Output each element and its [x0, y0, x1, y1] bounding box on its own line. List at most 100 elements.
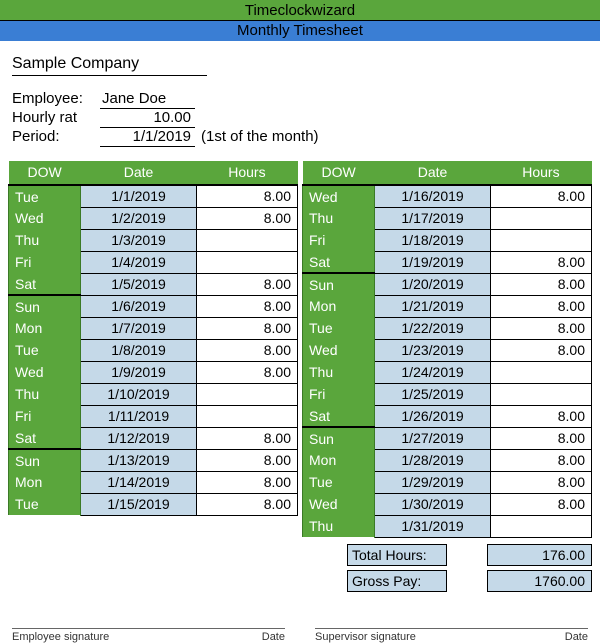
table-row: Thu1/17/2019 — [303, 207, 592, 229]
cell-hours — [196, 229, 297, 251]
gross-pay-label: Gross Pay: — [347, 570, 447, 592]
table-row: Tue1/8/20198.00 — [9, 339, 298, 361]
table-row: Fri1/11/2019 — [9, 405, 298, 427]
gross-pay-value: 1760.00 — [487, 570, 592, 592]
cell-dow: Thu — [9, 383, 81, 405]
table-row: Sun1/20/20198.00 — [303, 273, 592, 295]
cell-dow: Mon — [303, 449, 375, 471]
table-row: Fri1/25/2019 — [303, 383, 592, 405]
cell-hours — [490, 361, 591, 383]
cell-date: 1/22/2019 — [375, 317, 491, 339]
cell-date: 1/17/2019 — [375, 207, 491, 229]
totals-block: Total Hours: 176.00 Gross Pay: 1760.00 — [0, 544, 592, 592]
cell-hours: 8.00 — [490, 449, 591, 471]
cell-hours — [490, 229, 591, 251]
period-note: (1st of the month) — [195, 128, 319, 145]
col-date: Date — [81, 161, 197, 185]
signature-date-label: Date — [262, 631, 285, 643]
timesheet-tables: DOW Date Hours Tue1/1/20198.00Wed1/2/201… — [8, 161, 592, 538]
rate-label: Hourly rat — [12, 109, 100, 126]
cell-date: 1/28/2019 — [375, 449, 491, 471]
table-row: Sun1/27/20198.00 — [303, 427, 592, 449]
table-row: Thu1/24/2019 — [303, 361, 592, 383]
table-row: Sun1/13/20198.00 — [9, 449, 298, 471]
cell-date: 1/13/2019 — [81, 449, 197, 471]
cell-hours: 8.00 — [490, 185, 591, 207]
cell-hours: 8.00 — [490, 339, 591, 361]
table-row: Mon1/28/20198.00 — [303, 449, 592, 471]
cell-hours: 8.00 — [490, 251, 591, 273]
cell-dow: Sun — [303, 427, 375, 449]
timesheet-right: DOW Date Hours Wed1/16/20198.00Thu1/17/2… — [302, 161, 592, 538]
cell-dow: Thu — [303, 361, 375, 383]
cell-hours: 8.00 — [196, 185, 297, 207]
signature-date-label: Date — [565, 631, 588, 643]
table-row: Mon1/7/20198.00 — [9, 317, 298, 339]
employee-signature-label: Employee signature — [12, 631, 262, 643]
cell-dow: Tue — [303, 471, 375, 493]
cell-hours — [196, 405, 297, 427]
cell-dow: Wed — [303, 339, 375, 361]
cell-date: 1/3/2019 — [81, 229, 197, 251]
table-row: Wed1/23/20198.00 — [303, 339, 592, 361]
cell-hours: 8.00 — [490, 471, 591, 493]
cell-date: 1/9/2019 — [81, 361, 197, 383]
cell-dow: Fri — [9, 405, 81, 427]
cell-hours: 8.00 — [490, 405, 591, 427]
cell-dow: Thu — [9, 229, 81, 251]
cell-dow: Fri — [303, 229, 375, 251]
table-row: Wed1/30/20198.00 — [303, 493, 592, 515]
table-row: Tue1/22/20198.00 — [303, 317, 592, 339]
cell-date: 1/15/2019 — [81, 493, 197, 515]
table-row: Tue1/1/20198.00 — [9, 185, 298, 207]
rate-value: 10.00 — [100, 109, 195, 128]
cell-hours: 8.00 — [196, 361, 297, 383]
cell-dow: Tue — [303, 317, 375, 339]
cell-hours — [490, 515, 591, 537]
cell-date: 1/11/2019 — [81, 405, 197, 427]
cell-date: 1/10/2019 — [81, 383, 197, 405]
col-hours: Hours — [490, 161, 591, 185]
cell-hours — [196, 383, 297, 405]
page-subtitle: Monthly Timesheet — [0, 21, 600, 41]
cell-date: 1/18/2019 — [375, 229, 491, 251]
cell-dow: Thu — [303, 207, 375, 229]
cell-date: 1/24/2019 — [375, 361, 491, 383]
cell-hours: 8.00 — [196, 339, 297, 361]
cell-dow: Wed — [303, 185, 375, 207]
cell-dow: Sun — [9, 449, 81, 471]
cell-hours: 8.00 — [196, 317, 297, 339]
cell-date: 1/26/2019 — [375, 405, 491, 427]
company-name: Sample Company — [12, 55, 207, 76]
cell-dow: Wed — [9, 207, 81, 229]
table-row: Sun1/6/20198.00 — [9, 295, 298, 317]
col-date: Date — [375, 161, 491, 185]
cell-date: 1/8/2019 — [81, 339, 197, 361]
cell-hours: 8.00 — [490, 317, 591, 339]
cell-hours — [490, 207, 591, 229]
cell-hours: 8.00 — [196, 493, 297, 515]
cell-date: 1/7/2019 — [81, 317, 197, 339]
meta-block: Employee: Jane Doe Hourly rat 10.00 Peri… — [12, 90, 600, 147]
cell-dow: Sun — [9, 295, 81, 317]
cell-hours: 8.00 — [490, 493, 591, 515]
cell-hours — [196, 251, 297, 273]
cell-date: 1/2/2019 — [81, 207, 197, 229]
cell-dow: Sat — [9, 273, 81, 295]
table-row: Sat1/26/20198.00 — [303, 405, 592, 427]
col-hours: Hours — [196, 161, 297, 185]
signature-area: Employee signature Date Supervisor signa… — [12, 628, 588, 643]
app-title: Timeclockwizard — [0, 0, 600, 21]
cell-dow: Wed — [9, 361, 81, 383]
employee-value: Jane Doe — [100, 90, 195, 109]
table-row: Wed1/2/20198.00 — [9, 207, 298, 229]
cell-hours: 8.00 — [196, 295, 297, 317]
cell-hours: 8.00 — [196, 207, 297, 229]
cell-dow: Sat — [9, 427, 81, 449]
period-label: Period: — [12, 128, 100, 145]
cell-dow: Fri — [9, 251, 81, 273]
table-row: Thu1/10/2019 — [9, 383, 298, 405]
cell-hours: 8.00 — [490, 273, 591, 295]
supervisor-signature-label: Supervisor signature — [315, 631, 565, 643]
cell-date: 1/25/2019 — [375, 383, 491, 405]
